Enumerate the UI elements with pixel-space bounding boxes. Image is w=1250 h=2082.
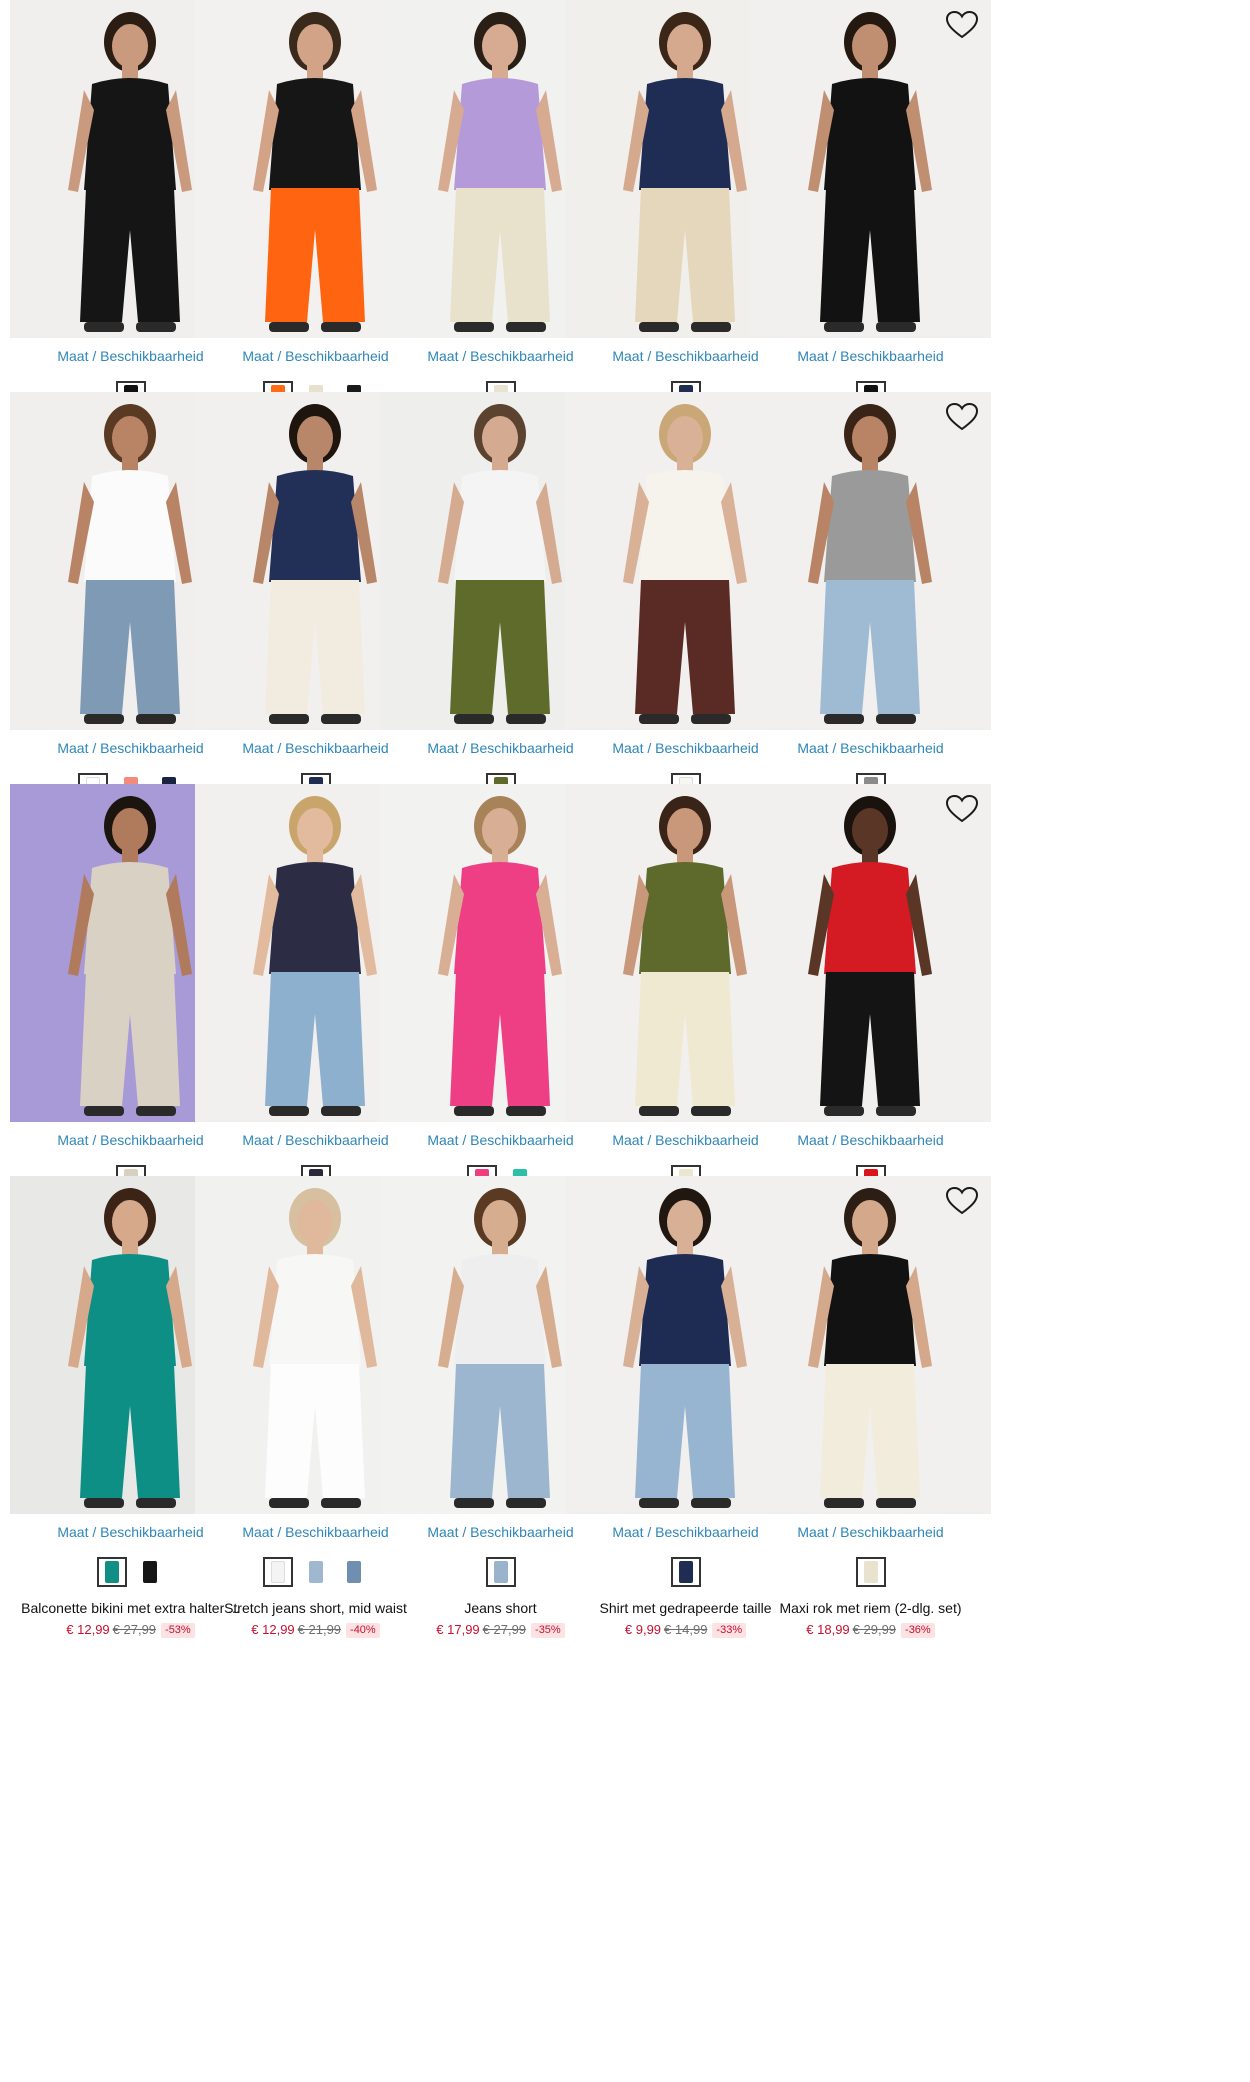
size-availability-link[interactable]: Maat / Beschikbaarheid [750,1524,991,1540]
product-image[interactable] [750,1176,991,1514]
discount-badge: -33% [712,1623,747,1638]
product-card[interactable]: Maat / Beschikbaarheid Maxi rok met riem … [750,1176,991,1646]
sale-price: € 18,99 [806,1622,850,1637]
color-swatch[interactable] [338,1557,369,1587]
sale-price: € 12,99 [66,1622,110,1637]
size-availability-link[interactable]: Maat / Beschikbaarheid [750,1132,991,1148]
sale-price: € 17,99 [436,1622,480,1637]
discount-badge: -40% [346,1623,380,1638]
heart-icon[interactable] [945,402,979,432]
color-swatch[interactable] [262,1557,293,1587]
size-availability-link[interactable]: Maat / Beschikbaarheid [750,348,991,364]
color-swatch[interactable] [670,1557,701,1587]
discount-badge: -35% [531,1623,565,1638]
color-swatch[interactable] [855,1557,886,1587]
color-swatch[interactable] [134,1557,165,1587]
color-swatches [750,1557,991,1587]
original-price: € 27,99 [482,1622,527,1637]
original-price: € 29,99 [852,1622,897,1637]
color-swatch[interactable] [485,1557,516,1587]
sale-price: € 9,99 [624,1622,662,1637]
original-price: € 21,99 [297,1622,342,1637]
price-row: € 18,99 € 29,99 -36% [750,1622,991,1638]
heart-icon[interactable] [945,10,979,40]
size-availability-link[interactable]: Maat / Beschikbaarheid [750,740,991,756]
discount-badge: -36% [901,1623,935,1638]
sale-price: € 12,99 [251,1622,295,1637]
discount-badge: -53% [161,1623,195,1638]
heart-icon[interactable] [945,1186,979,1216]
color-swatch[interactable] [96,1557,127,1587]
product-image[interactable] [750,392,991,730]
product-image[interactable] [750,0,991,338]
original-price: € 27,99 [112,1622,157,1637]
original-price: € 14,99 [664,1622,708,1637]
heart-icon[interactable] [945,794,979,824]
product-image[interactable] [750,784,991,1122]
product-title[interactable]: Maxi rok met riem (2-dlg. set) [746,1600,995,1616]
color-swatch[interactable] [300,1557,331,1587]
